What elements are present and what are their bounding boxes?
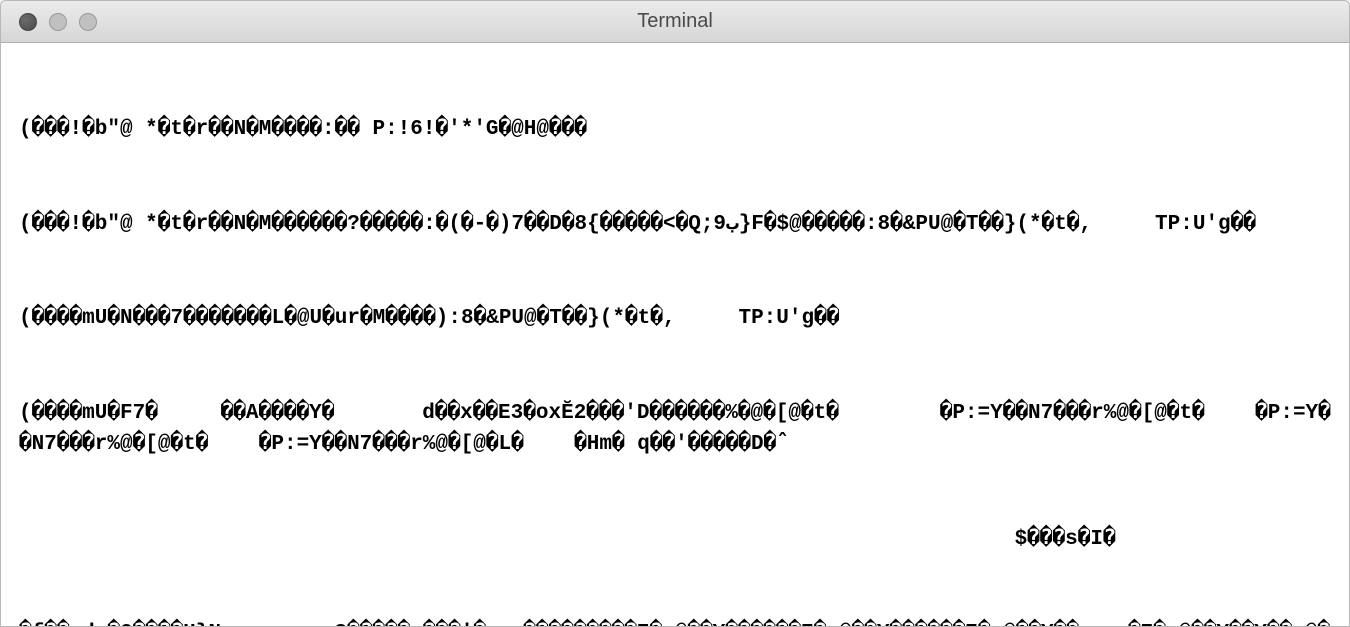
zoom-button[interactable] xyxy=(79,13,97,31)
terminal-line: �f��nd~�2����H}Ņ 8�����:���'� ���������7… xyxy=(19,618,1331,626)
terminal-line: (����mU�N���7�������L�@U�ur�M����):8�&… xyxy=(19,303,1331,335)
close-button[interactable] xyxy=(19,13,37,31)
terminal-window: Terminal (���!�b"@ *�t�r��N�M����:�� P:!… xyxy=(0,0,1350,627)
terminal-line: (���!�b"@ *�t�r��N�M������?�����:�(�-�)7… xyxy=(19,209,1331,241)
terminal-content[interactable]: (���!�b"@ *�t�r��N�M����:�� P:!6!�'*'G�… xyxy=(1,43,1349,626)
terminal-line: (���!�b"@ *�t�r��N�M����:�� P:!6!�'*'G�… xyxy=(19,114,1331,146)
minimize-button[interactable] xyxy=(49,13,67,31)
traffic-lights xyxy=(1,13,97,31)
terminal-line: (����mU�F7� ��A����Y� d��x��E3�oxĔ2���… xyxy=(19,398,1331,461)
terminal-line: $���s�I� xyxy=(19,524,1331,556)
titlebar[interactable]: Terminal xyxy=(1,1,1349,43)
window-title: Terminal xyxy=(637,10,713,33)
